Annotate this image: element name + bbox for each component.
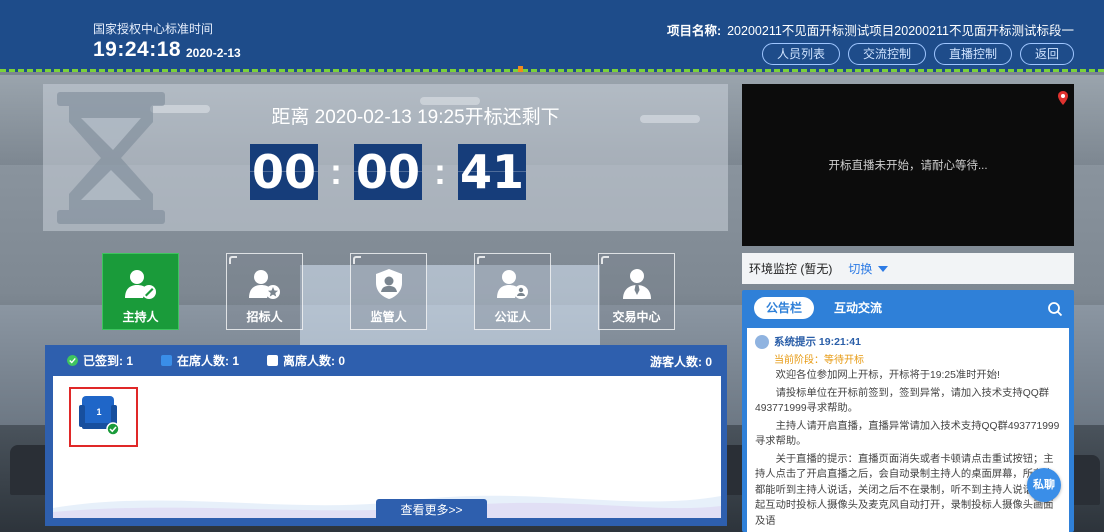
private-chat-button[interactable]: 私聊 bbox=[1027, 468, 1061, 502]
role-label-tenderer: 招标人 bbox=[246, 310, 283, 324]
standard-time-label: 国家授权中心标准时间 bbox=[93, 22, 214, 36]
role-tile-notary[interactable]: 公证人 bbox=[474, 253, 551, 330]
live-video-player[interactable]: 开标直播未开始，请耐心等待... bbox=[742, 84, 1074, 246]
view-more-button[interactable]: 查看更多>> bbox=[376, 499, 487, 521]
chevron-down-icon bbox=[878, 265, 889, 272]
clock-time: 19:24:18 bbox=[93, 38, 182, 61]
signed-in-text: 已签到: 1 bbox=[83, 353, 134, 368]
present-square-icon bbox=[161, 354, 173, 366]
countdown-minutes: 00 bbox=[354, 144, 422, 200]
live-not-started-message: 开标直播未开始，请耐心等待... bbox=[828, 160, 988, 172]
notice-paragraph: 主持人请开启直播，直播异常请加入技术支持QQ群493771999寻求帮助。 bbox=[755, 420, 1060, 448]
countdown-separator: : bbox=[434, 151, 446, 192]
absent-text: 离席人数: 0 bbox=[283, 353, 346, 368]
countdown-separator: : bbox=[330, 151, 342, 192]
seat-board: 1 bbox=[53, 376, 721, 518]
role-label-trade-center: 交易中心 bbox=[612, 310, 661, 324]
header-progress-marker bbox=[518, 66, 523, 72]
notice-paragraph: 请投标单位在开标前签到，签到异常，请加入技术支持QQ群493771999寻求帮助… bbox=[755, 387, 1050, 415]
countdown-hours: 00 bbox=[250, 144, 318, 200]
clock-date: 2020-2-13 bbox=[186, 46, 241, 60]
present-text: 在席人数: 1 bbox=[177, 353, 240, 368]
notice-paragraph: 欢迎各位参加网上开标，开标将于19:25准时开始! bbox=[775, 370, 1000, 381]
current-stage: 当前阶段：等待开标 bbox=[774, 355, 864, 366]
attendance-stats: 已签到: 1 在席人数: 1 离席人数: 0 游客人数: 0 bbox=[45, 345, 727, 375]
role-label-notary: 公证人 bbox=[494, 310, 531, 324]
tab-announcement[interactable]: 公告栏 bbox=[754, 297, 815, 319]
switch-label: 切换 bbox=[848, 262, 873, 276]
role-label-host: 主持人 bbox=[122, 310, 159, 324]
notary-icon bbox=[496, 270, 528, 299]
tenderer-icon bbox=[248, 270, 280, 299]
windows-activation-watermark: 激活 Windows bbox=[905, 518, 1007, 532]
countdown-title: 距离 2020-02-13 19:25开标还剩下 bbox=[271, 107, 560, 128]
notice-panel: 公告栏 互动交流 系统提示 19:21:41 当前阶段：等待开标 欢迎各位参加网… bbox=[742, 290, 1074, 532]
role-tile-tenderer[interactable]: 招标人 bbox=[226, 253, 303, 330]
signed-in-count: 已签到: 1 bbox=[67, 352, 133, 369]
host-icon bbox=[124, 270, 156, 299]
notice-tabs: 公告栏 互动交流 bbox=[742, 290, 1074, 326]
trade-center-icon bbox=[622, 269, 651, 299]
search-icon[interactable] bbox=[1047, 301, 1063, 317]
system-avatar-icon bbox=[755, 334, 769, 349]
seat-number: 1 bbox=[96, 407, 102, 417]
supervisor-icon bbox=[375, 269, 402, 299]
project-name: 项目名称: 20200211不见面开标测试项目20200211不见面开标测试标段一 bbox=[667, 20, 1074, 39]
system-message-header: 系统提示 19:21:41 bbox=[755, 334, 1061, 349]
communication-control-button[interactable]: 交流控制 bbox=[847, 43, 926, 65]
absent-count: 离席人数: 0 bbox=[267, 352, 345, 369]
switch-dropdown[interactable]: 切换 bbox=[848, 260, 889, 277]
back-button[interactable]: 返回 bbox=[1019, 43, 1074, 65]
role-tiles: 主持人 招标人 监管人 公证人 交易中心 bbox=[102, 253, 675, 330]
notice-message-list[interactable]: 系统提示 19:21:41 当前阶段：等待开标 欢迎各位参加网上开标，开标将于1… bbox=[747, 328, 1069, 532]
live-control-button[interactable]: 直播控制 bbox=[933, 43, 1012, 65]
environment-monitor-label: 环境监控 (暂无) bbox=[749, 262, 833, 276]
project-name-label: 项目名称: bbox=[666, 24, 722, 38]
role-tile-supervisor[interactable]: 监管人 bbox=[350, 253, 427, 330]
header-button-group: 人员列表 交流控制 直播控制 返回 bbox=[761, 43, 1074, 65]
countdown-seconds: 41 bbox=[458, 144, 526, 200]
absent-square-icon bbox=[267, 354, 279, 366]
attendance-panel: 已签到: 1 在席人数: 1 离席人数: 0 游客人数: 0 1 查看更多>> bbox=[45, 345, 727, 526]
role-tile-trade-center[interactable]: 交易中心 bbox=[598, 253, 675, 330]
role-label-supervisor: 监管人 bbox=[370, 310, 407, 324]
system-message-sender: 系统提示 19:21:41 bbox=[774, 336, 861, 348]
top-header: 国家授权中心标准时间 19:24:18 2020-2-13 项目名称: 20200… bbox=[0, 0, 1104, 72]
guest-count: 游客人数: 0 bbox=[649, 355, 712, 369]
project-name-value: 20200211不见面开标测试项目20200211不见面开标测试标段一 bbox=[727, 24, 1074, 38]
location-pin-icon[interactable] bbox=[1058, 91, 1068, 105]
countdown-panel: 距离 2020-02-13 19:25开标还剩下 00 : 00 : 41 bbox=[43, 84, 728, 231]
countdown-digits: 00 : 00 : 41 bbox=[250, 144, 526, 200]
tab-interaction[interactable]: 互动交流 bbox=[822, 297, 894, 319]
check-circle-icon bbox=[67, 354, 78, 366]
present-count: 在席人数: 1 bbox=[161, 352, 239, 369]
role-tile-host[interactable]: 主持人 bbox=[102, 253, 179, 330]
personnel-list-button[interactable]: 人员列表 bbox=[761, 43, 840, 65]
environment-monitor-bar: 环境监控 (暂无) 切换 bbox=[742, 253, 1074, 284]
